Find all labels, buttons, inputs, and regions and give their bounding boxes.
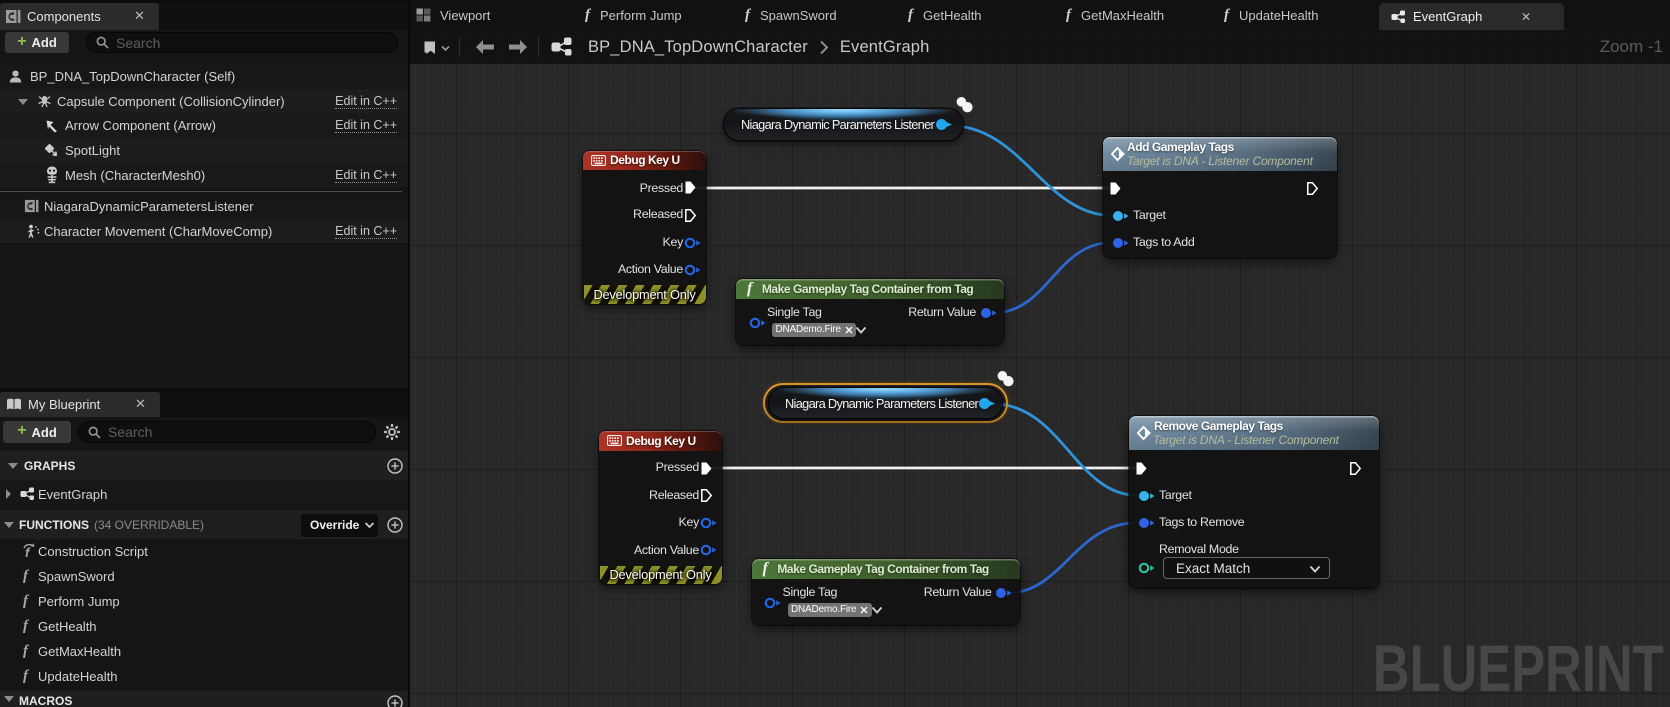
svg-text:f: f bbox=[25, 545, 31, 560]
